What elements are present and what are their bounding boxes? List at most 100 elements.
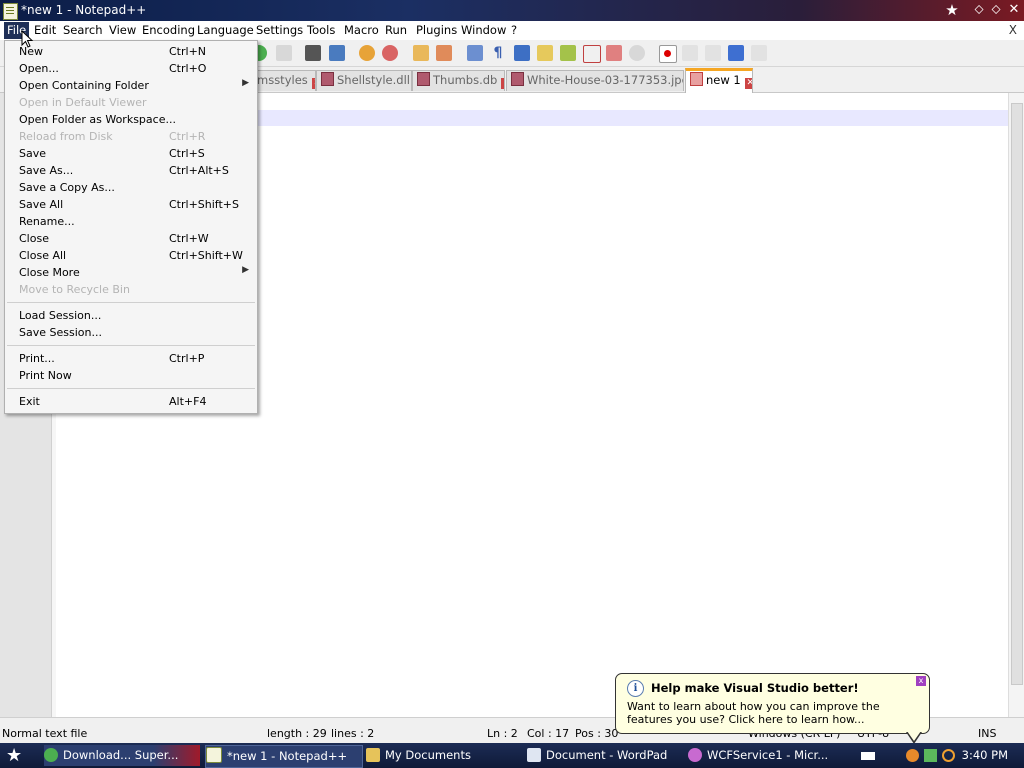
monitoring-icon[interactable] — [629, 45, 645, 61]
menu-settings[interactable]: Settings — [256, 23, 303, 37]
menu-tools[interactable]: Tools — [307, 23, 335, 37]
tab-close-icon[interactable]: ✕ — [501, 78, 504, 89]
system-tray: 3:40 PM — [861, 743, 1024, 768]
menu-item-label: Save All — [19, 198, 64, 211]
run-macro-multiple-icon[interactable] — [728, 45, 744, 61]
visual-studio-tray-icon[interactable] — [906, 749, 919, 762]
task-label: My Documents — [385, 748, 471, 762]
tab-thumbs[interactable]: Thumbs.db✕ — [412, 70, 505, 91]
network-icon[interactable] — [924, 749, 937, 762]
menu-item-exit[interactable]: Exit Alt+F4 — [5, 393, 257, 410]
file-icon — [511, 72, 524, 86]
status-column: Col : 17 — [527, 727, 570, 740]
menu-item-new[interactable]: New Ctrl+N — [5, 43, 257, 60]
scrollbar-thumb[interactable] — [1011, 103, 1023, 685]
taskbar-item-download[interactable]: Download... Super... — [44, 745, 200, 766]
file-menu-dropdown: New Ctrl+N Open... Ctrl+O Open Containing … — [4, 40, 258, 414]
menu-edit[interactable]: Edit — [34, 23, 56, 37]
notepadpp-icon — [206, 747, 222, 763]
record-macro-icon[interactable] — [659, 45, 677, 63]
taskbar-item-wordpad[interactable]: Document - WordPad — [527, 745, 683, 766]
folder-icon — [366, 748, 380, 762]
menu-item-label: Save — [19, 147, 47, 160]
menu-item-label: Close More — [19, 266, 80, 279]
taskbar-item-notepadpp[interactable]: *new 1 - Notepad++ — [205, 745, 363, 768]
menu-item-open-containing-folder[interactable]: Open Containing Folder ▶ — [5, 77, 257, 94]
menu-item-reload: Reload from Disk Ctrl+R — [5, 128, 257, 145]
minimize-button[interactable]: ⬦ — [971, 2, 987, 18]
menu-plugins[interactable]: Plugins — [416, 23, 457, 37]
menu-encoding[interactable]: Encoding — [142, 23, 195, 37]
balloon-close-button[interactable]: x — [916, 676, 926, 686]
notification-balloon[interactable]: i Help make Visual Studio better! x Want… — [615, 673, 930, 744]
menu-item-label: Save Session... — [19, 326, 102, 339]
search-tray-icon[interactable] — [942, 749, 955, 762]
menu-separator — [7, 302, 255, 303]
sync-horizontal-icon[interactable] — [436, 45, 452, 61]
taskbar-item-my-documents[interactable]: My Documents — [366, 745, 522, 766]
taskbar-clock[interactable]: 3:40 PM — [962, 748, 1008, 762]
udl-icon[interactable] — [537, 45, 553, 61]
word-wrap-icon[interactable] — [467, 45, 483, 61]
folder-as-workspace-icon[interactable] — [606, 45, 622, 61]
menu-item-open[interactable]: Open... Ctrl+O — [5, 60, 257, 77]
menu-item-open-folder-workspace[interactable]: Open Folder as Workspace... — [5, 111, 257, 128]
menu-help[interactable]: ? — [511, 23, 517, 37]
close-document-button[interactable]: X — [1009, 23, 1017, 37]
taskbar-item-wcfservice[interactable]: WCFService1 - Micr... — [688, 745, 848, 766]
replace-icon[interactable] — [329, 45, 345, 61]
tab-white-house[interactable]: White-House-03-177353.jpeg✕ — [506, 70, 684, 91]
menu-item-label: Exit — [19, 395, 40, 408]
sync-vertical-icon[interactable] — [413, 45, 429, 61]
document-map-icon[interactable] — [560, 45, 576, 61]
menu-item-label: Open Folder as Workspace... — [19, 113, 176, 126]
menu-item-load-session[interactable]: Load Session... — [5, 307, 257, 324]
menu-item-save-all[interactable]: Save All Ctrl+Shift+S — [5, 196, 257, 213]
stop-recording-icon[interactable] — [682, 45, 698, 61]
menu-item-label: Print Now — [19, 369, 72, 382]
zoom-out-icon[interactable] — [382, 45, 398, 61]
status-position: Pos : 30 — [575, 727, 619, 740]
close-window-button[interactable]: ✕ — [1006, 2, 1022, 18]
status-insert-mode[interactable]: INS — [978, 727, 996, 740]
tab-new-1[interactable]: new 1✕ — [685, 68, 753, 94]
find-icon[interactable] — [305, 45, 321, 61]
start-button[interactable]: ★ — [6, 745, 22, 766]
save-macro-icon[interactable] — [751, 45, 767, 61]
menu-search[interactable]: Search — [63, 23, 103, 37]
menu-item-save-session[interactable]: Save Session... — [5, 324, 257, 341]
menu-item-close[interactable]: Close Ctrl+W — [5, 230, 257, 247]
menu-item-print[interactable]: Print... Ctrl+P — [5, 350, 257, 367]
menu-item-label: Close — [19, 232, 49, 245]
menu-item-save[interactable]: Save Ctrl+S — [5, 145, 257, 162]
keyboard-icon[interactable] — [861, 752, 875, 760]
menu-macro[interactable]: Macro — [344, 23, 379, 37]
star-icon[interactable]: ★ — [944, 2, 960, 18]
menu-window[interactable]: Window — [461, 23, 506, 37]
menu-item-save-copy-as[interactable]: Save a Copy As... — [5, 179, 257, 196]
tab-label: msstyles — [257, 73, 308, 87]
show-all-characters-icon[interactable]: ¶ — [490, 45, 506, 61]
maximize-button[interactable]: ⬦ — [988, 2, 1004, 18]
menu-item-rename[interactable]: Rename... — [5, 213, 257, 230]
status-length: length : 29 — [267, 727, 327, 740]
vertical-scrollbar[interactable] — [1008, 93, 1024, 717]
function-list-icon[interactable] — [583, 45, 601, 63]
menu-item-close-more[interactable]: Close More ▶ — [5, 264, 257, 281]
menu-item-close-all[interactable]: Close All Ctrl+Shift+W — [5, 247, 257, 264]
menu-item-save-as[interactable]: Save As... Ctrl+Alt+S — [5, 162, 257, 179]
info-icon: i — [627, 680, 644, 697]
tab-shellstyle[interactable]: Shellstyle.dll✕ — [316, 70, 412, 91]
zoom-in-icon[interactable] — [359, 45, 375, 61]
cut-icon[interactable] — [276, 45, 292, 61]
menu-item-print-now[interactable]: Print Now — [5, 367, 257, 384]
playback-icon[interactable] — [705, 45, 721, 61]
balloon-message[interactable]: Want to learn about how you can improve … — [627, 700, 922, 726]
indent-guide-icon[interactable] — [514, 45, 530, 61]
menu-item-label: Load Session... — [19, 309, 102, 322]
menu-language[interactable]: Language — [197, 23, 254, 37]
tab-close-icon[interactable]: ✕ — [744, 78, 752, 89]
notepadpp-app-icon[interactable] — [3, 3, 18, 20]
menu-view[interactable]: View — [109, 23, 136, 37]
menu-run[interactable]: Run — [385, 23, 407, 37]
